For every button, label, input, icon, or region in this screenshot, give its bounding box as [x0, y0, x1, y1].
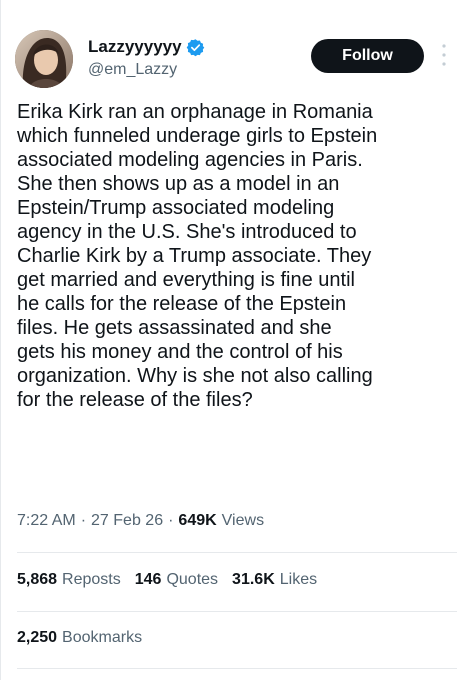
reposts-stat[interactable]: 5,868 Reposts: [17, 571, 121, 589]
follow-button[interactable]: Follow: [311, 39, 424, 73]
tweet-date[interactable]: 27 Feb 26: [91, 512, 163, 530]
tweet-time[interactable]: 7:22 AM: [17, 512, 76, 530]
divider: [17, 552, 457, 553]
likes-stat[interactable]: 31.6K Likes: [232, 571, 317, 589]
divider: [17, 668, 457, 669]
quotes-label: Quotes: [166, 571, 219, 588]
views-label: Views: [221, 512, 265, 529]
likes-label: Likes: [279, 571, 318, 588]
bookmarks-stat[interactable]: 2,250 Bookmarks: [17, 629, 142, 647]
reposts-label: Reposts: [62, 571, 121, 588]
tweet-meta: 7:22 AM · 27 Feb 26 · 649K Views: [17, 512, 264, 530]
verified-badge-icon: [186, 38, 205, 57]
avatar-photo: [15, 30, 73, 88]
views-count: 649K: [178, 512, 217, 529]
handle[interactable]: @em_Lazzy: [88, 61, 205, 79]
bookmarks-count: 2,250: [17, 629, 58, 646]
display-name[interactable]: Lazzyyyyyy: [88, 37, 182, 57]
engagement-stats: 5,868 Reposts 146 Quotes 31.6K Likes: [17, 571, 331, 589]
meta-separator: ·: [168, 512, 174, 529]
author-identity: Lazzyyyyyy @em_Lazzy: [88, 36, 205, 79]
quotes-count: 146: [134, 571, 162, 588]
avatar[interactable]: [15, 30, 73, 88]
tweet-text: Erika Kirk ran an orphanage in Romania w…: [17, 101, 378, 411]
more-options-icon[interactable]: [439, 42, 449, 68]
meta-separator: ·: [80, 512, 87, 529]
tweet-header: Lazzyyyyyy @em_Lazzy Follow: [15, 30, 455, 90]
bookmarks-label: Bookmarks: [62, 629, 143, 646]
divider: [17, 611, 457, 612]
tweet-card: Lazzyyyyyy @em_Lazzy Follow Erika Kirk r…: [0, 0, 471, 680]
reposts-count: 5,868: [17, 571, 58, 588]
likes-count: 31.6K: [232, 571, 275, 588]
name-row: Lazzyyyyyy: [88, 36, 205, 58]
quotes-stat[interactable]: 146 Quotes: [135, 571, 218, 589]
